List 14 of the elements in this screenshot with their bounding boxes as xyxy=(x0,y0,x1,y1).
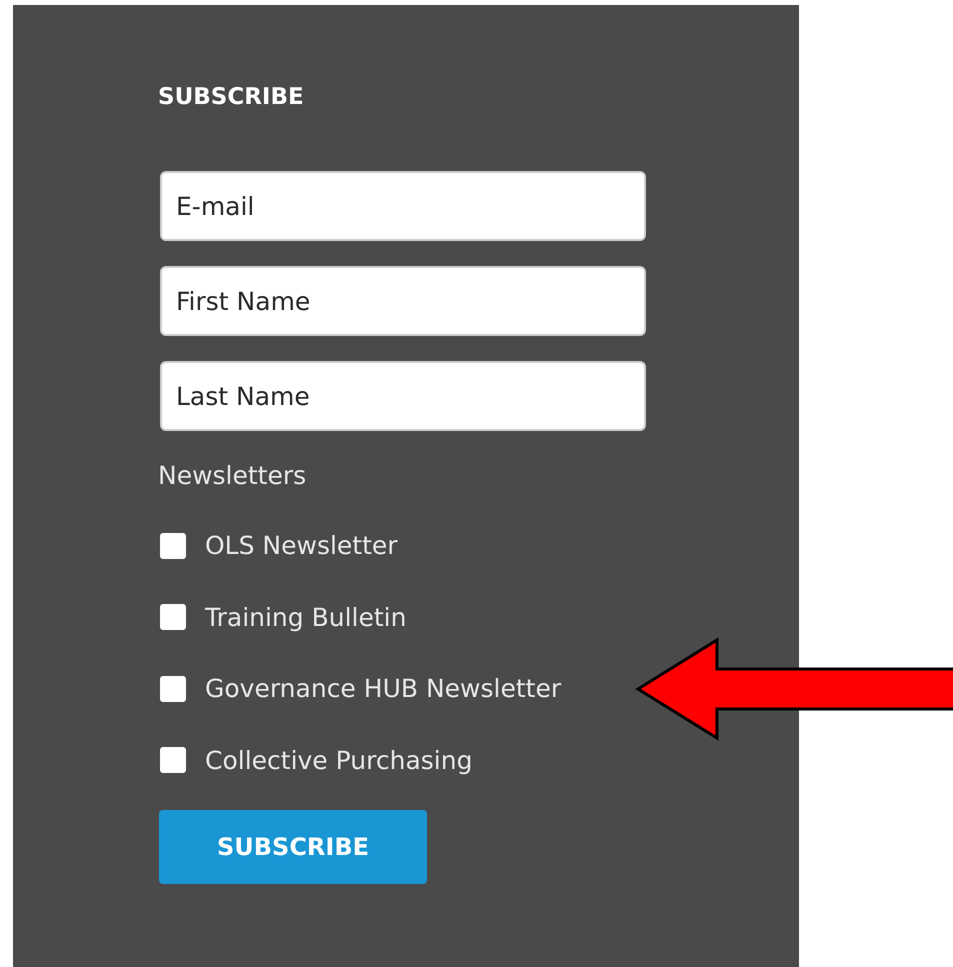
input-field[interactable]: First Name xyxy=(160,266,646,336)
checkbox[interactable] xyxy=(160,676,186,702)
section-label: Newsletters xyxy=(158,460,308,492)
checkbox[interactable] xyxy=(160,747,186,774)
subscribe-button[interactable]: SUBSCRIBE xyxy=(159,810,427,884)
input-field[interactable]: Last Name xyxy=(160,361,646,431)
checkbox-label: OLS Newsletter xyxy=(205,531,398,560)
checkbox-label: Collective Purchasing xyxy=(205,746,472,775)
checkbox[interactable] xyxy=(160,532,186,559)
checkbox-label: Governance HUB Newsletter xyxy=(205,674,562,704)
checkbox-label: Training Bulletin xyxy=(205,602,406,632)
checkbox[interactable] xyxy=(160,604,186,630)
input-field[interactable]: E-mail xyxy=(160,171,646,241)
form-title: SUBSCRIBE xyxy=(158,83,305,112)
